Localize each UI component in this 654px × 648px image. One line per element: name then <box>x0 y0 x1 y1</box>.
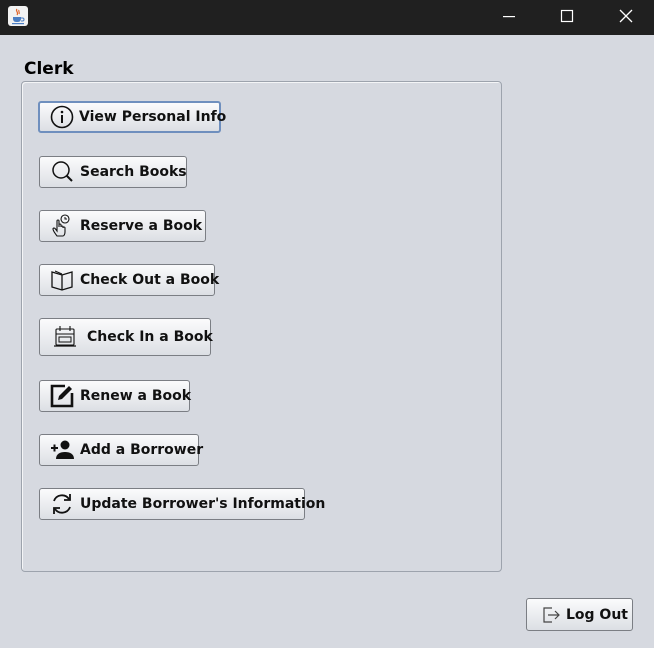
update-borrower-info-label: Update Borrower's Information <box>80 496 326 512</box>
open-book-icon <box>50 268 74 292</box>
info-icon <box>50 105 74 129</box>
title-bar <box>0 0 654 35</box>
check-in-a-book-button[interactable]: Check In a Book <box>39 318 213 356</box>
check-in-a-book-label: Check In a Book <box>87 329 213 345</box>
reserve-a-book-button[interactable]: Reserve a Book <box>39 210 206 242</box>
update-borrower-info-button[interactable]: Update Borrower's Information <box>39 488 325 520</box>
panel-title: Clerk <box>24 59 74 79</box>
java-coffee-cup-icon <box>8 6 28 26</box>
renew-a-book-button[interactable]: Renew a Book <box>39 380 192 412</box>
edit-icon <box>50 384 74 408</box>
reserve-a-book-label: Reserve a Book <box>80 218 203 234</box>
refresh-icon <box>50 492 74 516</box>
close-icon <box>619 9 633 23</box>
add-a-borrower-button[interactable]: Add a Borrower <box>39 434 203 466</box>
search-books-label: Search Books <box>80 164 187 180</box>
view-personal-info-button[interactable]: View Personal Info <box>38 101 226 133</box>
book-return-icon <box>52 324 78 350</box>
renew-a-book-label: Renew a Book <box>80 388 192 404</box>
logout-icon <box>541 605 561 625</box>
check-out-a-book-button[interactable]: Check Out a Book <box>39 264 219 296</box>
maximize-button[interactable] <box>538 0 596 35</box>
minimize-button[interactable] <box>480 0 538 35</box>
add-a-borrower-label: Add a Borrower <box>80 442 204 458</box>
hand-clock-icon <box>50 214 74 238</box>
maximize-icon <box>560 9 574 23</box>
view-personal-info-label: View Personal Info <box>79 109 227 125</box>
log-out-button[interactable]: Log Out <box>526 598 633 631</box>
close-button[interactable] <box>596 0 654 35</box>
minimize-icon <box>503 16 515 18</box>
log-out-label: Log Out <box>566 606 628 623</box>
search-books-button[interactable]: Search Books <box>39 156 187 188</box>
check-out-a-book-label: Check Out a Book <box>80 272 220 288</box>
add-user-icon <box>50 438 74 462</box>
search-icon <box>50 160 74 184</box>
